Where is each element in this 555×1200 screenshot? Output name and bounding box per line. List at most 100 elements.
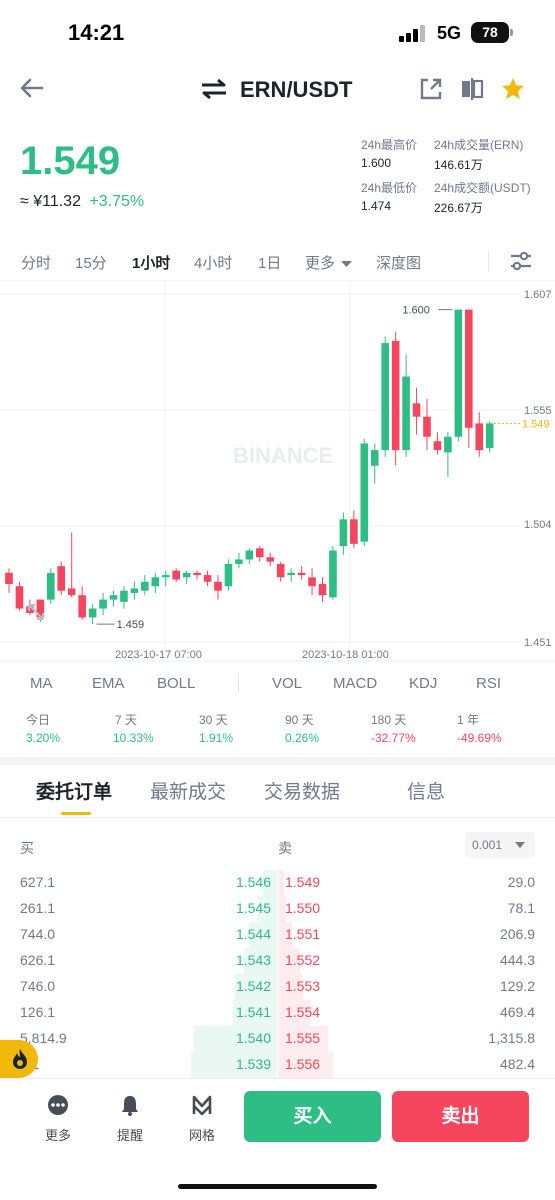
ask-depth-bar bbox=[278, 870, 284, 896]
ask-price: 1.555 bbox=[285, 1030, 321, 1046]
perf-value: 10.33% bbox=[113, 731, 154, 745]
candle bbox=[130, 581, 139, 600]
candle-body bbox=[350, 519, 358, 544]
back-button[interactable] bbox=[18, 76, 46, 100]
candle-body bbox=[182, 572, 191, 578]
precision-value: 0.001 bbox=[472, 838, 503, 852]
candle bbox=[256, 546, 264, 562]
compare-icon[interactable] bbox=[459, 76, 485, 102]
status-time: 14:21 bbox=[68, 20, 125, 45]
order-book-row[interactable]: 626.1 1.543 1.552 444.3 bbox=[0, 948, 555, 974]
share-icon[interactable] bbox=[418, 76, 444, 102]
indicator-vol[interactable]: VOL bbox=[272, 675, 302, 692]
low-annotation: 1.459 bbox=[117, 619, 145, 631]
stat-label: 24h最高价 bbox=[361, 138, 418, 152]
indicator-ema[interactable]: EMA bbox=[92, 675, 125, 692]
fire-float-button[interactable] bbox=[0, 1040, 38, 1078]
tab-depth-chart[interactable]: 深度图 bbox=[376, 252, 421, 273]
order-book-row[interactable]: 261.1 1.545 1.550 78.1 bbox=[0, 896, 555, 922]
order-book-row[interactable]: 746.0 1.542 1.553 129.2 bbox=[0, 974, 555, 1000]
home-indicator bbox=[178, 1184, 377, 1189]
stat-label: 24h成交额(USDT) bbox=[434, 181, 531, 195]
buy-button[interactable]: 买入 bbox=[244, 1091, 381, 1142]
candle bbox=[88, 604, 97, 625]
indicator-rsi[interactable]: RSI bbox=[476, 675, 501, 692]
tab-timeframe-more[interactable]: 更多 bbox=[305, 252, 353, 273]
perf-label: 7 天 bbox=[115, 713, 138, 727]
watermark-text: BINANCE bbox=[233, 443, 333, 468]
tab-trading-data[interactable]: 交易数据 bbox=[264, 777, 340, 804]
order-book-row[interactable]: 744.0 1.544 1.551 206.9 bbox=[0, 922, 555, 948]
candle bbox=[67, 532, 76, 598]
candle bbox=[444, 432, 452, 477]
bid-quantity: 744.0 bbox=[20, 926, 56, 942]
candle-body bbox=[318, 584, 327, 596]
stat-value: 1.600 bbox=[361, 156, 392, 170]
candle-body bbox=[193, 572, 201, 576]
candle-body bbox=[412, 403, 421, 417]
nav-more-label: 更多 bbox=[44, 1128, 71, 1143]
candle bbox=[350, 510, 358, 549]
tab-info[interactable]: 信息 bbox=[407, 777, 445, 804]
candle bbox=[433, 432, 442, 455]
watermark: BINANCE bbox=[233, 443, 333, 468]
tab-timeframe-1h[interactable]: 1小时 bbox=[132, 252, 170, 273]
tab-timeframe-4h[interactable]: 4小时 bbox=[194, 252, 232, 273]
indicator-macd[interactable]: MACD bbox=[333, 675, 377, 692]
price-axis-label: 1.555 bbox=[524, 405, 552, 417]
candle-body bbox=[433, 441, 442, 451]
candle bbox=[203, 570, 212, 587]
bid-quantity: 261.1 bbox=[20, 900, 56, 916]
tab-timeframe-1d[interactable]: 1日 bbox=[258, 252, 281, 273]
precision-select[interactable]: 0.001 bbox=[465, 832, 535, 858]
ask-quantity: 444.3 bbox=[499, 952, 535, 968]
candle bbox=[339, 512, 348, 555]
tab-order-book[interactable]: 委托订单 bbox=[36, 777, 112, 804]
indicator-boll[interactable]: BOLL bbox=[157, 675, 195, 692]
candle bbox=[5, 568, 13, 593]
sell-button[interactable]: 卖出 bbox=[392, 1091, 529, 1142]
expand-chart-icon[interactable] bbox=[26, 602, 46, 622]
candle-body bbox=[297, 572, 306, 576]
nav-more[interactable]: 更多 bbox=[33, 1094, 83, 1144]
nav-alert-label: 提醒 bbox=[116, 1128, 143, 1143]
order-book-row[interactable]: 627.1 1.546 1.549 29.0 bbox=[0, 870, 555, 896]
nav-grid[interactable]: 网格 bbox=[177, 1094, 227, 1144]
favorite-star-icon[interactable] bbox=[500, 76, 526, 102]
more-icon bbox=[48, 1095, 68, 1115]
candle-body bbox=[329, 550, 337, 598]
order-book-row[interactable]: 5,814.9 1.540 1.555 1,315.8 bbox=[0, 1026, 555, 1052]
candle bbox=[141, 575, 149, 596]
perf-label: 90 天 bbox=[285, 713, 314, 727]
perf-label: 1 年 bbox=[457, 713, 480, 727]
price-axis-label: 1.607 bbox=[524, 289, 552, 301]
battery-icon: 78 bbox=[471, 22, 509, 43]
candlestick-chart[interactable]: BINANCE 1.607 1.555 1.504 1.451 2023-10-17 0… bbox=[0, 280, 555, 662]
tab-timeframe-15m[interactable]: 15分 bbox=[75, 252, 107, 273]
tab-timeframe-line[interactable]: 分时 bbox=[21, 252, 51, 273]
candle-body bbox=[224, 563, 233, 587]
pair-title[interactable]: ERN/USDT bbox=[240, 77, 352, 103]
perf-value: -49.69% bbox=[457, 731, 502, 745]
price-change: +3.75% bbox=[89, 193, 145, 210]
candle bbox=[308, 568, 316, 596]
candle-body bbox=[485, 423, 494, 448]
order-book-row[interactable]: 6.11.5391.556482.4 bbox=[0, 1052, 555, 1078]
candle-body bbox=[381, 343, 389, 451]
swap-icon[interactable] bbox=[200, 78, 228, 100]
candle bbox=[391, 331, 400, 466]
perf-value: -32.77% bbox=[371, 731, 416, 745]
candle bbox=[402, 354, 410, 457]
tab-latest-trades[interactable]: 最新成交 bbox=[150, 777, 226, 804]
signal-icon bbox=[399, 24, 427, 42]
indicator-ma[interactable]: MA bbox=[30, 675, 53, 692]
candle bbox=[109, 590, 118, 607]
nav-alert[interactable]: 提醒 bbox=[105, 1094, 155, 1144]
candle-body bbox=[308, 577, 316, 587]
candle bbox=[120, 586, 128, 609]
last-price: 1.549 bbox=[20, 139, 121, 183]
order-book-row[interactable]: 126.1 1.541 1.554 469.4 bbox=[0, 1000, 555, 1026]
indicator-kdj[interactable]: KDJ bbox=[409, 675, 437, 692]
chart-settings-icon[interactable] bbox=[509, 250, 533, 272]
candle-body bbox=[256, 548, 264, 558]
